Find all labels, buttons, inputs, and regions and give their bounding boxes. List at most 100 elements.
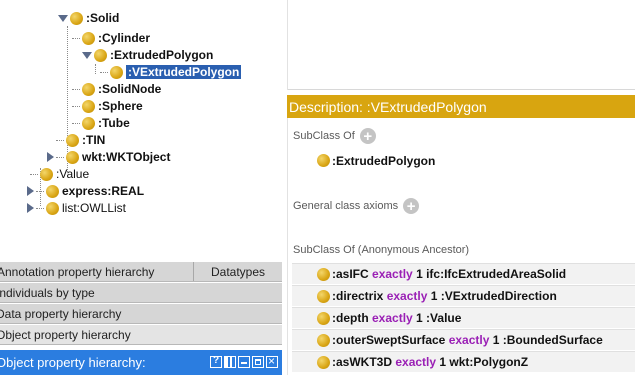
tree-node-label: :ExtrudedPolygon — [110, 48, 214, 62]
class-icon — [82, 82, 95, 96]
close-icon[interactable] — [266, 354, 278, 368]
class-icon — [317, 289, 330, 303]
tab-label: Object property hierarchy — [0, 327, 131, 342]
restriction-filler: 1 :Value — [416, 311, 462, 325]
help-icon[interactable] — [210, 355, 222, 368]
tree-connector — [30, 173, 38, 175]
view-title: Object property hierarchy: — [0, 355, 146, 370]
minimize-icon[interactable] — [238, 356, 250, 368]
tree-connector — [56, 156, 64, 158]
tab-label: Datatypes — [210, 264, 266, 279]
tab-row-annotation: Annotation property hierarchy Datatypes — [0, 262, 282, 282]
restriction-property: :asWKT3D — [332, 355, 393, 369]
tree-node-cylinder[interactable]: :Cylinder — [72, 29, 150, 47]
tree-connector — [100, 71, 108, 73]
description-title: Description: :VExtrudedPolygon — [289, 98, 487, 115]
tree-node-tube[interactable]: :Tube — [72, 114, 130, 132]
restriction-property: :asIFC — [332, 267, 369, 281]
restriction-row[interactable]: :directrix exactly 1 :VExtrudedDirection — [292, 285, 635, 306]
subclass-of-section: SubClass Of + — [293, 128, 376, 144]
tree-node-label: :TIN — [82, 133, 106, 147]
restriction-keyword: exactly — [448, 333, 490, 347]
tree-node-wktobject[interactable]: wkt:WKTObject — [46, 148, 170, 166]
collapsed-triangle-icon[interactable] — [47, 152, 54, 162]
class-icon — [317, 311, 330, 325]
tree-connector — [36, 207, 44, 209]
add-axiom-icon[interactable]: + — [403, 198, 420, 214]
class-icon — [110, 65, 123, 79]
tab-annotation-property-hierarchy[interactable]: Annotation property hierarchy — [0, 262, 194, 281]
sync-icon[interactable] — [224, 356, 236, 368]
class-icon — [317, 267, 330, 281]
maximize-icon[interactable] — [252, 356, 264, 368]
subclass-value: :ExtrudedPolygon — [332, 153, 436, 168]
tree-connector — [72, 122, 80, 124]
tree-node-value[interactable]: :Value — [30, 165, 89, 183]
restriction-row[interactable]: :asIFC exactly 1 ifc:IfcExtrudedAreaSoli… — [292, 263, 635, 284]
class-icon — [66, 133, 79, 147]
add-subclass-icon[interactable]: + — [359, 128, 376, 144]
section-label: SubClass Of (Anonymous Ancestor) — [293, 244, 470, 256]
tree-node-label: :SolidNode — [98, 82, 162, 96]
tree-node-sphere[interactable]: :Sphere — [72, 97, 143, 115]
tab-object-property-hierarchy[interactable]: Object property hierarchy — [0, 325, 282, 345]
restriction-filler: 1 :BoundedSurface — [492, 333, 603, 347]
tree-node-label: :Tube — [98, 116, 130, 130]
expand-triangle-icon[interactable] — [82, 51, 92, 59]
class-icon — [317, 355, 330, 369]
tree-node-label: express:REAL — [62, 184, 145, 198]
restriction-property: :depth — [332, 311, 369, 325]
tree-node-vextrudedpolygon[interactable]: :VExtrudedPolygon — [100, 63, 242, 81]
tree-node-label: :Sphere — [98, 99, 143, 113]
tree-node-label: list:OWLList — [62, 201, 127, 215]
annotations-panel — [287, 0, 635, 90]
restriction-filler: 1 :VExtrudedDirection — [430, 289, 557, 303]
subclass-row[interactable]: :ExtrudedPolygon — [292, 150, 635, 171]
object-property-view-titlebar: Object property hierarchy: — [0, 350, 282, 375]
description-header: Description: :VExtrudedPolygon — [287, 95, 635, 118]
tree-connector — [56, 139, 64, 141]
description-panel: SubClass Of + :ExtrudedPolygon General c… — [287, 118, 635, 375]
tree-connector — [36, 190, 44, 192]
restriction-filler: 1 ifc:IfcExtrudedAreaSolid — [416, 267, 567, 281]
tree-node-label: :Solid — [86, 11, 120, 25]
tree-node-tin[interactable]: :TIN — [56, 131, 105, 149]
restriction-keyword: exactly — [372, 311, 413, 325]
tree-node-solidnode[interactable]: :SolidNode — [72, 80, 161, 98]
view-controls — [210, 354, 278, 368]
tab-individuals-by-type[interactable]: Individuals by type — [0, 283, 282, 303]
class-icon — [82, 116, 95, 130]
tree-node-solid[interactable]: :Solid — [58, 9, 119, 27]
tree-connector — [72, 37, 80, 39]
collapsed-triangle-icon[interactable] — [27, 203, 34, 213]
tree-node-extrudedpolygon[interactable]: :ExtrudedPolygon — [82, 46, 213, 64]
panel-divider — [288, 89, 635, 90]
tree-node-label-selected: :VExtrudedPolygon — [126, 65, 242, 79]
class-icon — [94, 48, 107, 62]
tab-datatypes[interactable]: Datatypes — [194, 262, 282, 281]
collapsed-triangle-icon[interactable] — [27, 186, 34, 196]
tree-node-real[interactable]: express:REAL — [26, 182, 144, 200]
tree-node-label: :Cylinder — [98, 31, 151, 45]
restriction-property: :directrix — [332, 289, 384, 303]
class-icon — [46, 184, 59, 198]
section-label: SubClass Of — [293, 130, 355, 142]
class-icon — [66, 150, 79, 164]
class-icon — [317, 333, 330, 347]
tree-node-owllist[interactable]: list:OWLList — [26, 199, 126, 217]
restriction-row[interactable]: :depth exactly 1 :Value — [292, 307, 635, 328]
restriction-row[interactable]: :outerSweptSurface exactly 1 :BoundedSur… — [292, 329, 635, 350]
restriction-row[interactable]: :asWKT3D exactly 1 wkt:PolygonZ — [292, 351, 635, 372]
restriction-keyword: exactly — [372, 267, 413, 281]
section-label: General class axioms — [293, 200, 399, 212]
tree-connector — [72, 88, 80, 90]
class-icon — [70, 11, 83, 25]
general-class-axioms-section: General class axioms + — [293, 198, 420, 214]
anonymous-ancestor-section: SubClass Of (Anonymous Ancestor) — [293, 244, 469, 256]
tab-label: Annotation property hierarchy — [0, 264, 155, 279]
class-icon — [46, 201, 59, 215]
expand-triangle-icon[interactable] — [58, 14, 68, 22]
tree-node-label: wkt:WKTObject — [82, 150, 171, 164]
tab-data-property-hierarchy[interactable]: Data property hierarchy — [0, 304, 282, 324]
restriction-keyword: exactly — [395, 355, 437, 369]
